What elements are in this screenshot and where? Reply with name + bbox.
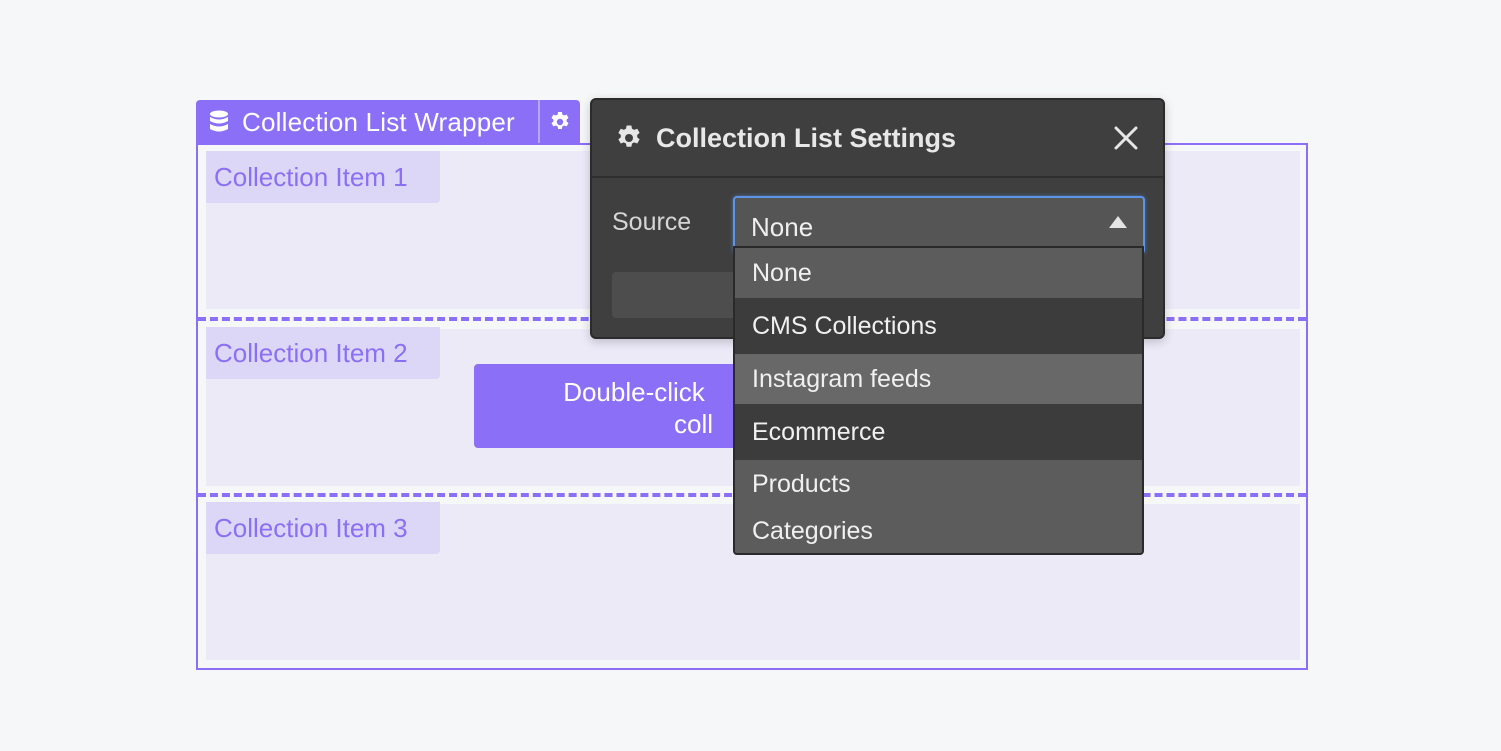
gear-icon [551,112,569,129]
wrapper-tag-label-area[interactable]: Collection List Wrapper [196,100,538,144]
wrapper-settings-button[interactable] [538,100,580,144]
database-icon [208,109,230,135]
dropdown-option-none[interactable]: None [735,248,1142,298]
gear-icon [618,125,640,147]
dropdown-option-instagram-feeds[interactable]: Instagram feeds [735,354,1142,404]
dropdown-group-ecommerce: Ecommerce [735,404,1142,460]
double-click-placeholder-button[interactable]: Double-click coll [474,364,764,448]
dropdown-option-categories[interactable]: Categories [735,508,1142,553]
placeholder-line-2: coll [674,409,714,439]
collection-item-tag[interactable]: Collection Item 3 [206,502,440,554]
dialog-secondary-button[interactable] [612,272,742,318]
placeholder-line-1: Double-click [563,377,705,407]
source-dropdown-menu: None CMS Collections Instagram feeds Eco… [733,246,1144,555]
wrapper-title: Collection List Wrapper [242,106,515,137]
dropdown-group-cms-collections: CMS Collections [735,298,1142,354]
source-select-value: None [751,212,814,242]
collection-list-wrapper-tag[interactable]: Collection List Wrapper [196,100,580,144]
caret-up-icon [1109,216,1127,228]
collection-item-tag[interactable]: Collection Item 1 [206,151,440,203]
dialog-title: Collection List Settings [656,122,957,153]
close-icon[interactable] [1111,123,1141,153]
dialog-header: Collection List Settings [592,100,1163,178]
dropdown-option-products[interactable]: Products [735,460,1142,508]
source-label: Source [612,208,692,236]
collection-item-tag[interactable]: Collection Item 2 [206,327,440,379]
